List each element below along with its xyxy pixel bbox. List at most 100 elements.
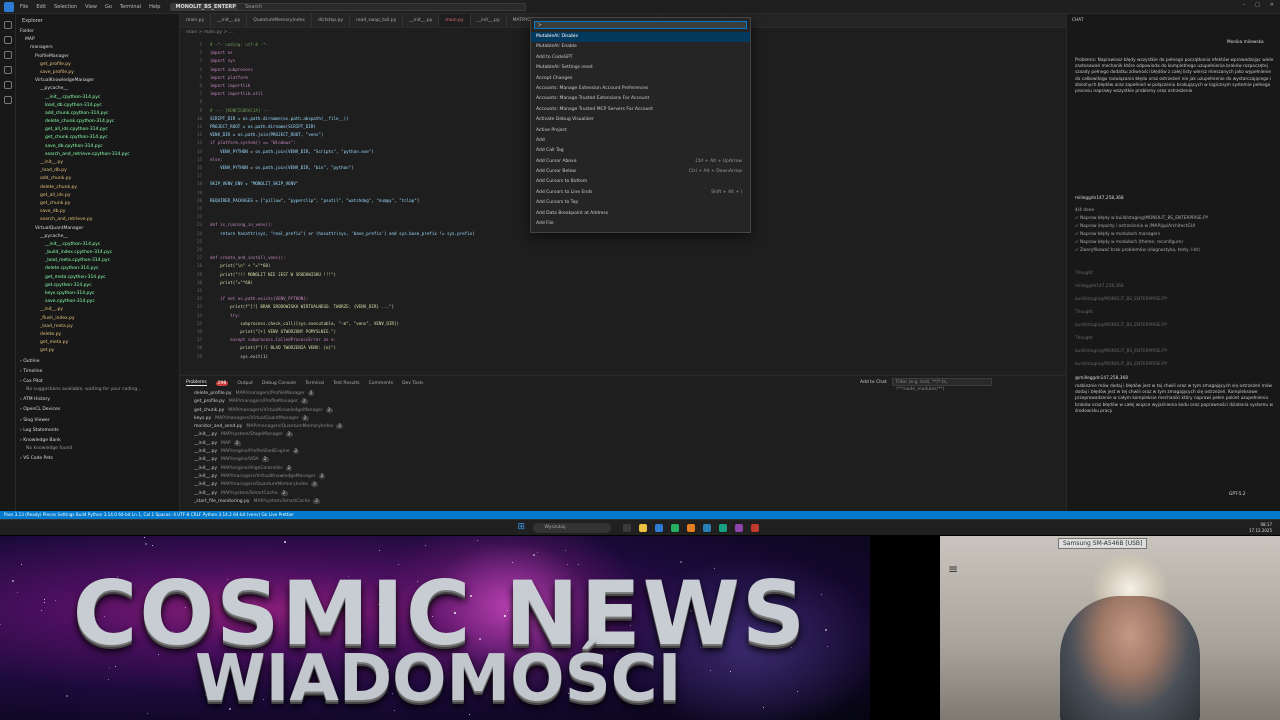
problem-file-row[interactable]: _start_file_monitoring.py MAP/system/Smar… [180, 498, 1066, 506]
file-tree-item[interactable]: get.py [16, 347, 179, 355]
model-selector[interactable]: GPT-5.2 [1229, 492, 1246, 497]
sidebar-section-header[interactable]: › Log Statements [16, 427, 179, 435]
sidebar-section-header[interactable]: › Slog Viewer [16, 417, 179, 425]
command-palette[interactable]: > MutableAI: Disable MutableAI: Enable Add… [530, 17, 751, 233]
file-tree-item[interactable]: delete.cpython-314.pyc [16, 265, 179, 273]
file-tree-item[interactable]: get_meta.cpython-314.pyc [16, 274, 179, 282]
code-line[interactable]: print("!!! MONOLIT NIE JEST W SRODOWISKU… [210, 272, 336, 277]
obs-icon[interactable] [734, 523, 743, 532]
file-tree-item[interactable]: delete_chunk.py [16, 184, 179, 192]
source-control-icon[interactable] [4, 51, 12, 59]
explorer-icon[interactable] [4, 21, 12, 29]
copilot-icon[interactable] [4, 96, 12, 104]
code-line[interactable]: import subprocess [210, 67, 253, 72]
command-palette-input[interactable]: > [534, 21, 747, 29]
chat-history-item[interactable]: milleggdn147,258,368 [1075, 282, 1124, 292]
file-tree-item[interactable]: add_chunk.py [16, 175, 179, 183]
command-palette-item[interactable]: Add Cursor Above Ctrl + Alt + UpArrow [531, 157, 750, 167]
panel-tab[interactable]: Comments [369, 381, 393, 386]
file-tree-item[interactable]: __init__.cpython-314.pyc [16, 241, 179, 249]
vscode-icon[interactable] [702, 523, 711, 532]
command-palette-item[interactable]: Active Project [531, 126, 750, 136]
panel-tab[interactable]: Output [237, 381, 253, 386]
file-tree-item[interactable]: MAP [16, 36, 179, 44]
editor-tab[interactable]: main.py [180, 14, 212, 27]
editor-tab[interactable]: main.py [439, 14, 471, 27]
file-tree-item[interactable]: save_profile.py [16, 69, 179, 77]
command-center-search[interactable]: Search [236, 3, 526, 11]
run-debug-icon[interactable] [4, 66, 12, 74]
todo-item[interactable]: ✓ Napraw błędy w modułach (theme, reconf… [1075, 239, 1275, 247]
command-palette-item[interactable]: Add Data Breakpoint at Address [531, 209, 750, 219]
sidebar-section-header[interactable]: › Outline [16, 358, 179, 366]
file-tree-item[interactable]: _load_db.py [16, 167, 179, 175]
close-icon[interactable]: ✕ [1270, 2, 1274, 8]
sidebar-section-header[interactable]: › Timeline [16, 368, 179, 376]
todo-item[interactable]: ✓ Napraw błędy w modułach managers [1075, 231, 1275, 239]
code-line[interactable]: import platform [210, 75, 248, 80]
file-tree-item[interactable]: _build_index.cpython-314.pyc [16, 249, 179, 257]
file-tree-item[interactable]: _flush_index.py [16, 315, 179, 323]
problem-file-row[interactable]: get_profile.py MAP/managers/ProfileManage… [180, 398, 1066, 406]
editor-tab[interactable]: __init__.py [403, 14, 440, 27]
code-line[interactable]: return hasattr(sys, "real_prefix") or (h… [210, 231, 475, 236]
code-line[interactable]: if platform.system() == "Windows": [210, 140, 296, 145]
code-line[interactable]: import os [210, 50, 233, 55]
taskbar-search[interactable]: Wyszukaj [532, 522, 611, 533]
command-palette-item[interactable]: Activate Debug Visualizer [531, 115, 750, 125]
search-icon[interactable] [4, 36, 12, 44]
code-line[interactable]: print(f"[!] BLAD TWORZENIA VENV: {e}") [210, 345, 336, 350]
file-tree-item[interactable]: delete.py [16, 331, 179, 339]
clock[interactable]: 08:17 17.12.2025 [1249, 522, 1272, 534]
file-tree-item[interactable]: get.cpython-314.pyc [16, 282, 179, 290]
code-line[interactable]: print("\n" + "="*60) [210, 263, 270, 268]
code-line[interactable]: VENV_DIR = os.path.join(PROJECT_ROOT, "v… [210, 132, 323, 137]
problem-file-row[interactable]: get_chunk.py MAP/managers/VirtualKnowledg… [180, 407, 1066, 415]
editor-tab[interactable]: QuantumMemoryIndex [247, 14, 312, 27]
code-line[interactable]: REQUIRED_PACKAGES = ["pillow", "pypercli… [210, 198, 419, 203]
file-tree-item[interactable]: _load_meta.cpython-314.pyc [16, 257, 179, 265]
file-tree-item[interactable]: get_chunk.py [16, 200, 179, 208]
editor-tab[interactable]: dictstep.py [312, 14, 351, 27]
editor-tab[interactable]: __init__.py [471, 14, 507, 27]
command-palette-item[interactable]: Add [531, 136, 750, 146]
command-palette-item[interactable]: MutableAI: Disable [531, 32, 750, 43]
problem-file-row[interactable]: keys.py MAP/managers/VirtualQuantManager 2 [180, 415, 1066, 423]
chrome-icon[interactable] [670, 523, 679, 532]
sidebar-section-header[interactable]: › VS Code Pets [16, 455, 179, 463]
file-tree-item[interactable]: VirtualKnowledgeManager [16, 77, 179, 85]
file-tree-item[interactable]: get_profile.py [16, 61, 179, 69]
problem-file-row[interactable]: __init__.py MAP/engine/ProfileShellEngine… [180, 448, 1066, 456]
file-tree-item[interactable]: search_and_retrieve.py [16, 216, 179, 224]
problems-filter-input[interactable]: Filter (e.g. text, **/*.ts, !**/node_mod… [892, 378, 992, 392]
menu-item[interactable]: Selection [54, 4, 77, 10]
code-line[interactable]: print("="*60) [210, 280, 253, 285]
sidebar-section-header[interactable]: › Cox Pilot [16, 378, 179, 386]
problem-file-row[interactable]: __init__.py MAP/managers/VirtualKnowledge… [180, 473, 1066, 481]
code-line[interactable]: print(f"[!] BRAK SRODOWISKA WIRTUALNEGO.… [210, 304, 394, 309]
code-line[interactable]: def is_running_in_venv(): [210, 222, 273, 227]
code-line[interactable]: # --- [KONFIGURACJA] --- [210, 108, 271, 113]
task-view-icon[interactable] [622, 523, 631, 532]
file-tree-item[interactable]: get_chunk.cpython-314.pyc [16, 134, 179, 142]
file-tree-item[interactable]: __init__.py [16, 159, 179, 167]
command-palette-item[interactable]: Add Cursors to Bottom [531, 177, 750, 187]
menu-item[interactable]: Terminal [120, 4, 141, 10]
chat-history-item[interactable]: Thought [1075, 269, 1093, 279]
file-tree-item[interactable]: __init__.cpython-314.pyc [16, 94, 179, 102]
edge-icon[interactable] [654, 523, 663, 532]
windows-start-icon[interactable]: ⊞ [518, 523, 527, 532]
code-line[interactable]: # -*- coding: utf-8 -*- [210, 42, 268, 47]
code-line[interactable]: subprocess.check_call([sys.executable, "… [210, 321, 399, 326]
file-tree-item[interactable]: add_chunk.cpython-314.pyc [16, 110, 179, 118]
code-line[interactable]: sys.exit(1) [210, 354, 268, 359]
terminal-icon[interactable] [718, 523, 727, 532]
file-tree-item[interactable]: load_db.cpython-314.pyc [16, 102, 179, 110]
chat-history-item[interactable]: build/staging/MONOLIT_BS_ENTERPRISE.PY [1075, 321, 1167, 331]
command-palette-item[interactable]: MutableAI: Enable [531, 42, 750, 52]
code-line[interactable]: else: [210, 157, 223, 162]
chat-history-item[interactable]: build/staging/MONOLIT_BS_ENTERPRISE.PY [1075, 295, 1167, 305]
code-line[interactable]: except subprocess.CalledProcessError as … [210, 337, 336, 342]
file-tree-item[interactable]: Folder [16, 28, 179, 36]
code-line[interactable]: VENV_PYTHON = os.path.join(VENV_DIR, "bi… [210, 165, 354, 170]
